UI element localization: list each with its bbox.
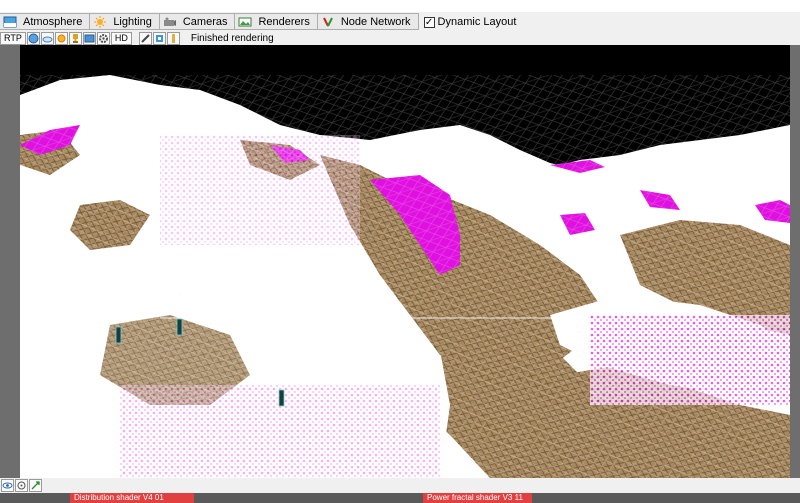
sphere-icon [28, 33, 39, 43]
image-icon [84, 34, 95, 42]
tab-label: Atmosphere [23, 15, 83, 28]
title-strip [0, 0, 800, 12]
gear-sun-button[interactable] [54, 31, 68, 45]
cloud-button[interactable] [40, 31, 54, 45]
wireframe-overlay [20, 75, 790, 478]
node-network-strip: Distribution shader V4 01 Power fractal … [0, 493, 800, 503]
trophy-icon [72, 33, 78, 43]
info-icon [171, 33, 175, 43]
image-button[interactable] [82, 31, 96, 45]
dynamic-layout-checkbox[interactable]: ✓ [423, 16, 435, 28]
scene-marker [176, 318, 183, 336]
trophy-button[interactable] [68, 31, 82, 45]
tab-label: Cameras [182, 15, 228, 28]
viewport-frame-right [790, 45, 800, 478]
viewport-frame-left [0, 45, 20, 478]
node-network-icon [321, 16, 335, 28]
expand-icon [31, 481, 40, 490]
tab-label: Node Network [340, 15, 411, 28]
dynamic-layout-toggle[interactable]: ✓ Dynamic Layout [419, 13, 517, 31]
hd-button[interactable]: HD [110, 31, 132, 45]
gear-button[interactable] [96, 31, 110, 45]
atmosphere-icon [3, 16, 17, 28]
crop-button[interactable] [152, 31, 166, 45]
info-button[interactable] [166, 31, 180, 45]
gear-icon [98, 33, 108, 43]
dynamic-layout-label: Dynamic Layout [437, 16, 517, 28]
crop-icon [155, 34, 163, 42]
renderer-icon [238, 16, 252, 28]
viewport-bottom-bar [0, 478, 800, 493]
tab-cameras[interactable]: Cameras [158, 13, 235, 30]
render-status: Finished rendering [190, 32, 274, 44]
brush-icon [141, 33, 150, 43]
render-toolbar: RTP HD Finished rendering [0, 31, 800, 45]
move-button[interactable] [15, 479, 28, 492]
check-mark-icon: ✓ [424, 16, 434, 28]
scene-marker [278, 389, 285, 407]
sun-icon [93, 15, 107, 28]
brush-button[interactable] [138, 31, 152, 45]
node-power-fractal-shader[interactable]: Power fractal shader V3 11 [423, 493, 532, 503]
main-tabs: Atmosphere Lighting Cameras Renderers No… [0, 13, 800, 31]
cloud-icon [42, 36, 53, 42]
tab-label: Renderers [258, 15, 310, 28]
terrain-render [20, 45, 790, 478]
render-viewport[interactable] [20, 45, 790, 478]
node-distribution-shader[interactable]: Distribution shader V4 01 [70, 493, 194, 503]
gear-sun-icon [57, 34, 66, 42]
tab-node-network[interactable]: Node Network [316, 13, 419, 30]
rtp-button[interactable]: RTP [0, 31, 26, 45]
sphere-button[interactable] [26, 31, 40, 45]
move-icon [17, 481, 26, 490]
scene-marker [115, 326, 122, 344]
tab-lighting[interactable]: Lighting [89, 13, 159, 30]
tab-atmosphere[interactable]: Atmosphere [0, 13, 90, 30]
eye-icon [2, 482, 13, 489]
tab-renderers[interactable]: Renderers [234, 13, 317, 30]
camera-icon [163, 16, 177, 28]
expand-button[interactable] [29, 479, 42, 492]
tab-label: Lighting [113, 15, 152, 28]
view-button[interactable] [1, 479, 14, 492]
